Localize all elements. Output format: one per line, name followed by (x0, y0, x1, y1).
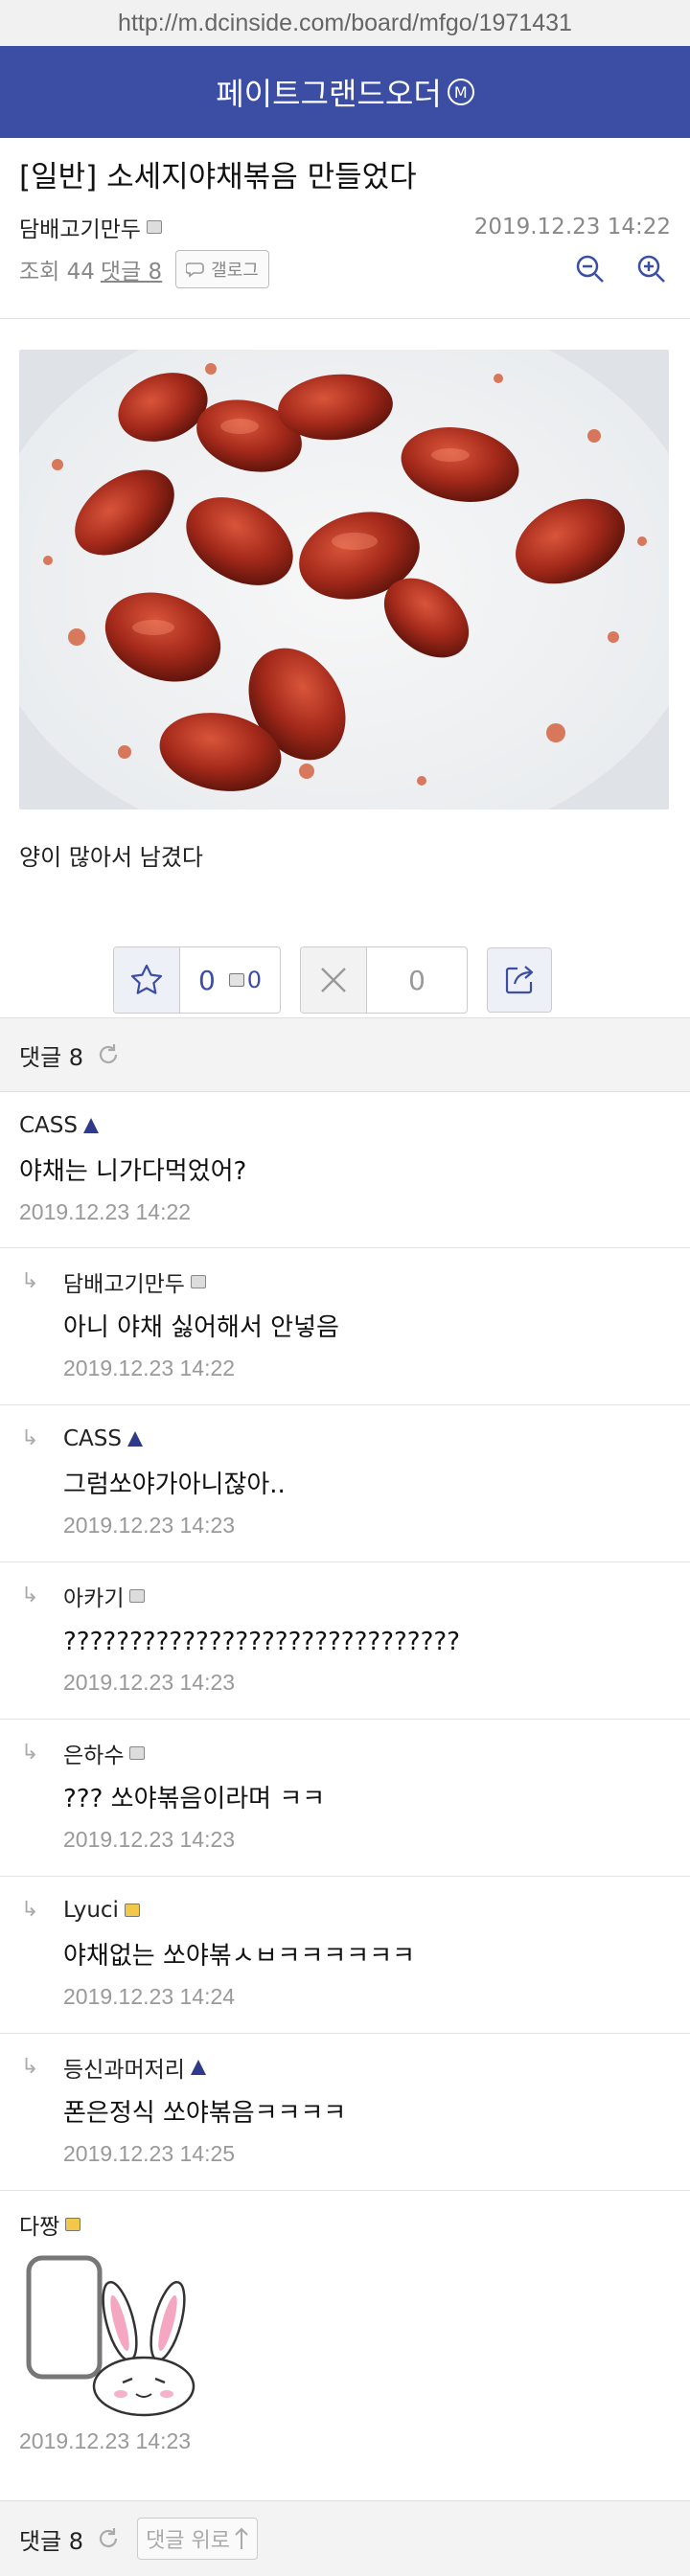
comment-text: 아니 야채 싫어해서 안넣음 (63, 1313, 339, 1342)
comment-text: 그럼쏘야가아니잖아.. (63, 1470, 286, 1499)
recommend-star-icon[interactable] (114, 947, 180, 1013)
comment-text: 야채는 니가다먹었어? (19, 1157, 247, 1186)
reply-item: ↳ CASS 그럼쏘야가아니잖아.. 2019.12.23 14:23 (0, 1405, 690, 1562)
reply-item: ↳ 등신과머저리 폰은정식 쏘야볶음ㅋㅋㅋㅋ 2019.12.23 14:25 (0, 2034, 690, 2191)
comment-list: CASS 야채는 니가다먹었어? 2019.12.23 14:22 ↳ 담배고기… (0, 1092, 690, 2513)
comment-nick[interactable]: CASS (19, 1111, 690, 1140)
recommend-box[interactable]: 0 0 (113, 946, 281, 1014)
comment-nick[interactable]: Lyuci (63, 1896, 690, 1925)
post-stats-row: 조회 44 댓글 8 갤로그 (0, 249, 690, 289)
comment-text: 폰은정식 쏘야볶음ㅋㅋㅋㅋ (63, 2099, 347, 2128)
manager-nick-icon (190, 2060, 206, 2075)
arrow-up-icon (235, 2527, 248, 2549)
comment-nick-text: 담배고기만두 (63, 1272, 185, 1297)
scroll-to-comments-label: 댓글 위로 (146, 2529, 231, 2553)
reply-item: ↳ Lyuci 야채없는 쏘야볶ㅅㅂㅋㅋㅋㅋㅋㅋ 2019.12.23 14:2… (0, 1877, 690, 2034)
divider (0, 318, 690, 319)
recommend-actions: 0 0 0 (113, 946, 552, 1014)
fixed-nick-icon (190, 1275, 206, 1288)
fixed-nick-icon (129, 1589, 146, 1603)
dccon-comment-item: 다짱 2019.12.23 14:23 (0, 2191, 690, 2513)
post-body: 양이 많아서 남겼다 (19, 844, 203, 871)
scroll-to-comments-button[interactable]: 댓글 위로 (137, 2518, 259, 2560)
comment-item: CASS 야채는 니가다먹었어? 2019.12.23 14:22 (0, 1092, 690, 1248)
comment-time: 2019.12.23 14:25 (63, 2141, 236, 2166)
url-text: http://m.dcinside.com/board/mfgo/1971431 (118, 9, 572, 36)
reply-arrow-icon: ↳ (21, 1269, 39, 1293)
dccon-sticker[interactable] (19, 2254, 211, 2417)
gallog-button[interactable]: 갤로그 (175, 250, 269, 288)
comment-nick-text: 등신과머저리 (63, 2058, 185, 2083)
comment-time: 2019.12.23 14:22 (19, 1199, 192, 1224)
reply-arrow-icon: ↳ (21, 1584, 39, 1607)
not-recommend-count: 0 (408, 964, 426, 996)
comment-count-label: 댓글 8 (19, 1043, 84, 1071)
reply-item: ↳ 은하수 ??? 쏘야볶음이라며 ㅋㅋ 2019.12.23 14:23 (0, 1720, 690, 1877)
gallery-header[interactable]: 페이트그랜드오더 M (0, 46, 690, 138)
comment-time: 2019.12.23 14:23 (63, 1670, 236, 1695)
not-recommend-box[interactable]: 0 (300, 946, 468, 1014)
fixed-recommend-icon (228, 973, 244, 987)
comment-nick[interactable]: 담배고기만두 (63, 1267, 690, 1297)
half-fixed-nick-icon (65, 2218, 81, 2231)
comment-count-link[interactable]: 댓글 8 (101, 253, 162, 285)
comment-nick[interactable]: 은하수 (63, 1739, 690, 1768)
gallog-label: 갤로그 (211, 261, 259, 281)
manager-nick-icon (83, 1118, 99, 1133)
comment-nick-text: CASS (19, 1113, 78, 1138)
gallery-title: 페이트그랜드오더 (216, 76, 442, 112)
zoom-out-icon[interactable] (571, 250, 610, 288)
post-date: 2019.12.23 14:22 (473, 215, 671, 239)
comment-nick[interactable]: 다짱 (19, 2210, 690, 2240)
reply-arrow-icon: ↳ (21, 1741, 39, 1765)
comment-nick-text: 은하수 (63, 1744, 125, 1768)
reply-arrow-icon: ↳ (21, 1898, 39, 1922)
comment-time: 2019.12.23 14:23 (63, 1513, 236, 1538)
reply-item: ↳ 담배고기만두 아니 야채 싫어해서 안넣음 2019.12.23 14:22 (0, 1248, 690, 1405)
fixed-nick-icon (146, 220, 162, 234)
reply-arrow-icon: ↳ (21, 1426, 39, 1450)
comment-nick[interactable]: 아카기 (63, 1582, 690, 1611)
comment-nick[interactable]: 등신과머저리 (63, 2053, 690, 2083)
view-count: 조회 44 (19, 260, 95, 285)
gallog-icon (186, 262, 204, 278)
comment-header-bar: 댓글 8 (0, 1017, 690, 1092)
zoom-in-icon[interactable] (632, 250, 671, 288)
comment-nick-text: 아카기 (63, 1586, 125, 1611)
share-icon[interactable] (487, 947, 552, 1013)
comment-time: 2019.12.23 14:22 (63, 1356, 236, 1380)
comment-text: 야채없는 쏘야볶ㅅㅂㅋㅋㅋㅋㅋㅋ (63, 1942, 416, 1971)
post-meta: 담배고기만두 2019.12.23 14:22 (0, 211, 690, 243)
post-author-name: 담배고기만두 (19, 217, 141, 242)
reply-arrow-icon: ↳ (21, 2055, 39, 2079)
url-bar[interactable]: http://m.dcinside.com/board/mfgo/1971431 (0, 0, 690, 46)
manager-nick-icon (127, 1431, 143, 1447)
comment-nick[interactable]: CASS (63, 1425, 690, 1453)
fixed-nick-icon (129, 1746, 146, 1760)
post-image[interactable] (19, 350, 669, 809)
half-fixed-nick-icon (124, 1904, 140, 1917)
comment-text: ?????????????????????????????? (63, 1628, 460, 1656)
comment-time: 2019.12.23 14:23 (19, 2428, 192, 2453)
reply-item: ↳ 아카기 ?????????????????????????????? 201… (0, 1562, 690, 1720)
comment-text: ??? 쏘야볶음이라며 ㅋㅋ (63, 1785, 326, 1813)
comment-footer-bar: 댓글 8 댓글 위로 (0, 2500, 690, 2576)
comment-nick-text: CASS (63, 1426, 122, 1451)
comment-time: 2019.12.23 14:24 (63, 1984, 236, 2009)
post-author[interactable]: 담배고기만두 (19, 211, 162, 243)
fixed-recommend-count: 0 (246, 967, 263, 993)
refresh-icon[interactable] (95, 2525, 122, 2552)
recommend-count: 0 (197, 964, 216, 996)
comment-nick-text: Lyuci (63, 1898, 119, 1923)
not-recommend-x-icon[interactable] (301, 947, 367, 1013)
post-title: [일반] 소세지야채볶음 만들었다 (19, 160, 417, 194)
footer-comment-count: 댓글 8 (19, 2527, 84, 2555)
comment-time: 2019.12.23 14:23 (63, 1827, 236, 1852)
refresh-icon[interactable] (95, 1041, 122, 1068)
comment-nick-text: 다짱 (19, 2215, 60, 2240)
minor-gallery-badge: M (447, 79, 474, 105)
